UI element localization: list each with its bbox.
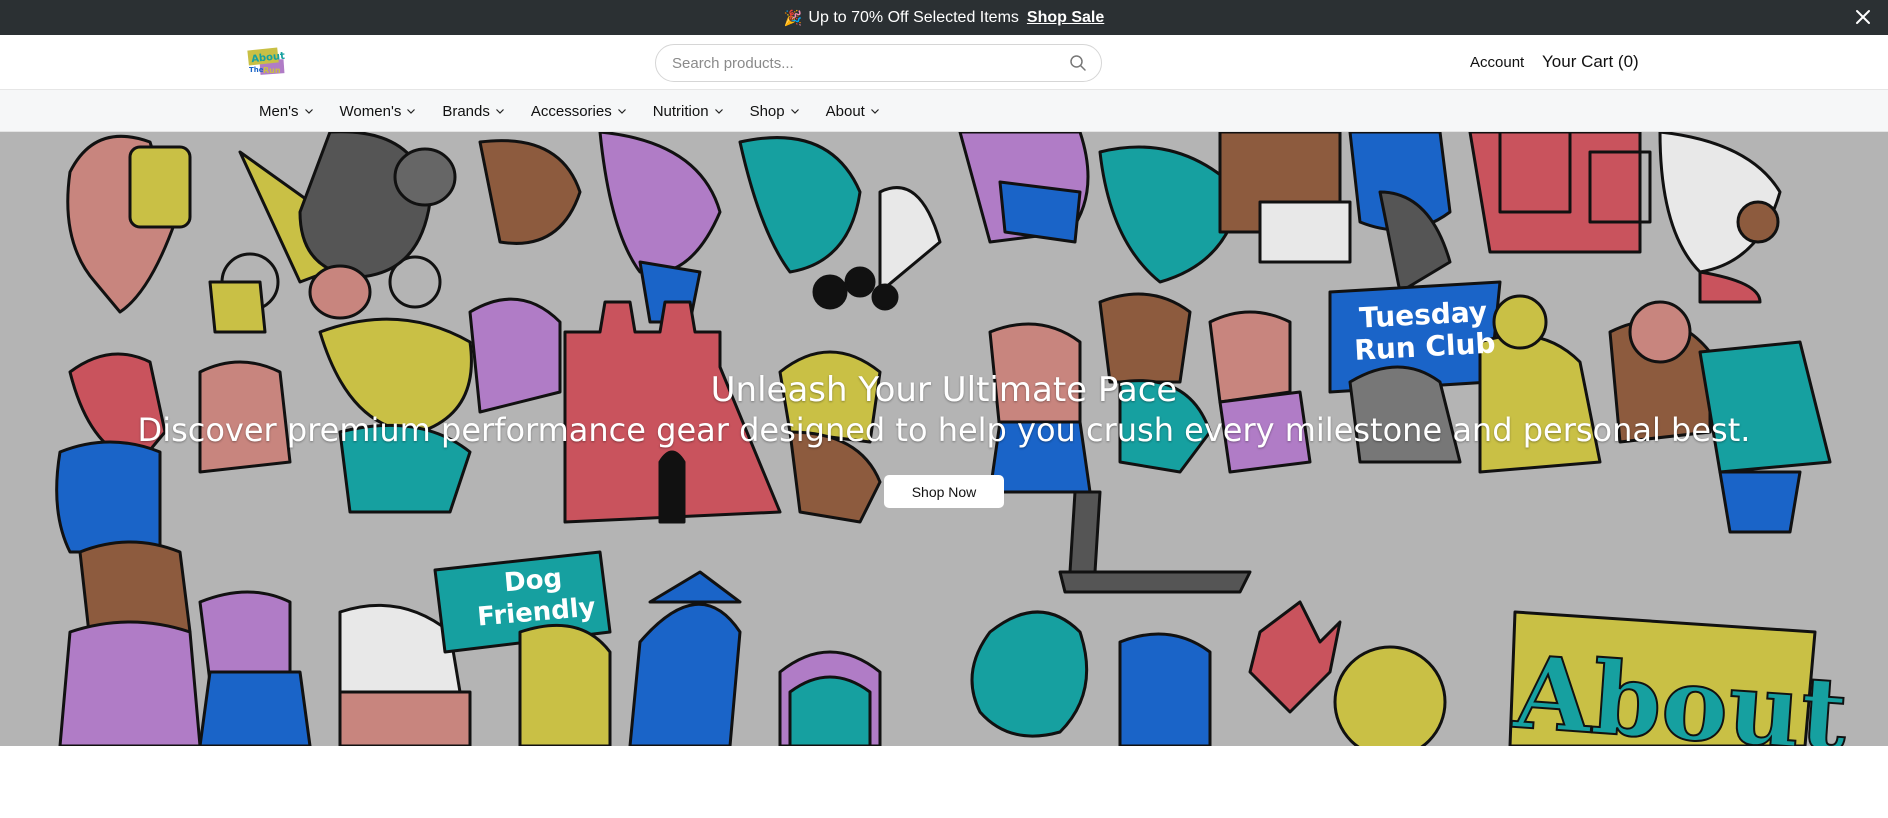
close-icon[interactable] <box>1854 8 1872 26</box>
nav-item-label: Accessories <box>530 102 612 120</box>
nav-item-nutrition[interactable]: Nutrition <box>653 103 724 120</box>
hero-title: Unleash Your Ultimate Pace <box>710 370 1178 410</box>
party-popper-icon: 🎉 <box>783 9 803 27</box>
nav-item-womens[interactable]: Women's <box>340 103 417 120</box>
site-logo[interactable]: About The Run <box>246 46 286 78</box>
nav-item-label: About <box>825 102 865 120</box>
chevron-down-icon <box>617 109 626 114</box>
chevron-down-icon <box>714 109 723 114</box>
search-icon[interactable] <box>1069 54 1087 72</box>
nav-item-label: Shop <box>749 102 785 120</box>
search-bar <box>655 44 1102 82</box>
chevron-down-icon <box>790 109 799 114</box>
nav-item-about[interactable]: About <box>826 103 880 120</box>
nav-item-shop[interactable]: Shop <box>750 103 800 120</box>
chevron-down-icon <box>870 109 879 114</box>
account-link[interactable]: Account <box>1470 54 1524 71</box>
chevron-down-icon <box>407 109 416 114</box>
announcement-bar: 🎉 Up to 70% Off Selected Items Shop Sale <box>0 0 1888 35</box>
shop-now-button[interactable]: Shop Now <box>884 475 1004 508</box>
nav-item-accessories[interactable]: Accessories <box>531 103 627 120</box>
chevron-down-icon <box>304 109 313 114</box>
announcement-message: Up to 70% Off Selected Items <box>808 8 1019 26</box>
nav-item-mens[interactable]: Men's <box>259 103 314 120</box>
site-header: About The Run Account Your Cart (0) <box>0 35 1888 90</box>
nav-item-label: Brands <box>442 102 490 120</box>
chevron-down-icon <box>495 109 504 114</box>
nav-item-label: Nutrition <box>652 102 709 120</box>
flag-text-dog: Dog <box>503 563 563 598</box>
hero-subtitle: Discover premium performance gear design… <box>137 411 1751 449</box>
svg-text:The: The <box>249 66 264 74</box>
hero-banner: Tuesday Run Club Dog Friendly About Unle… <box>0 132 1888 746</box>
svg-text:Run: Run <box>263 66 281 75</box>
cart-link[interactable]: Your Cart (0) <box>1542 52 1639 72</box>
shop-sale-link[interactable]: Shop Sale <box>1027 9 1104 27</box>
search-input[interactable] <box>672 54 1069 72</box>
nav-item-brands[interactable]: Brands <box>442 103 505 120</box>
nav-item-label: Men's <box>259 102 299 120</box>
main-nav: Men's Women's Brands Accessories Nutriti… <box>0 90 1888 132</box>
nav-item-label: Women's <box>339 102 402 120</box>
